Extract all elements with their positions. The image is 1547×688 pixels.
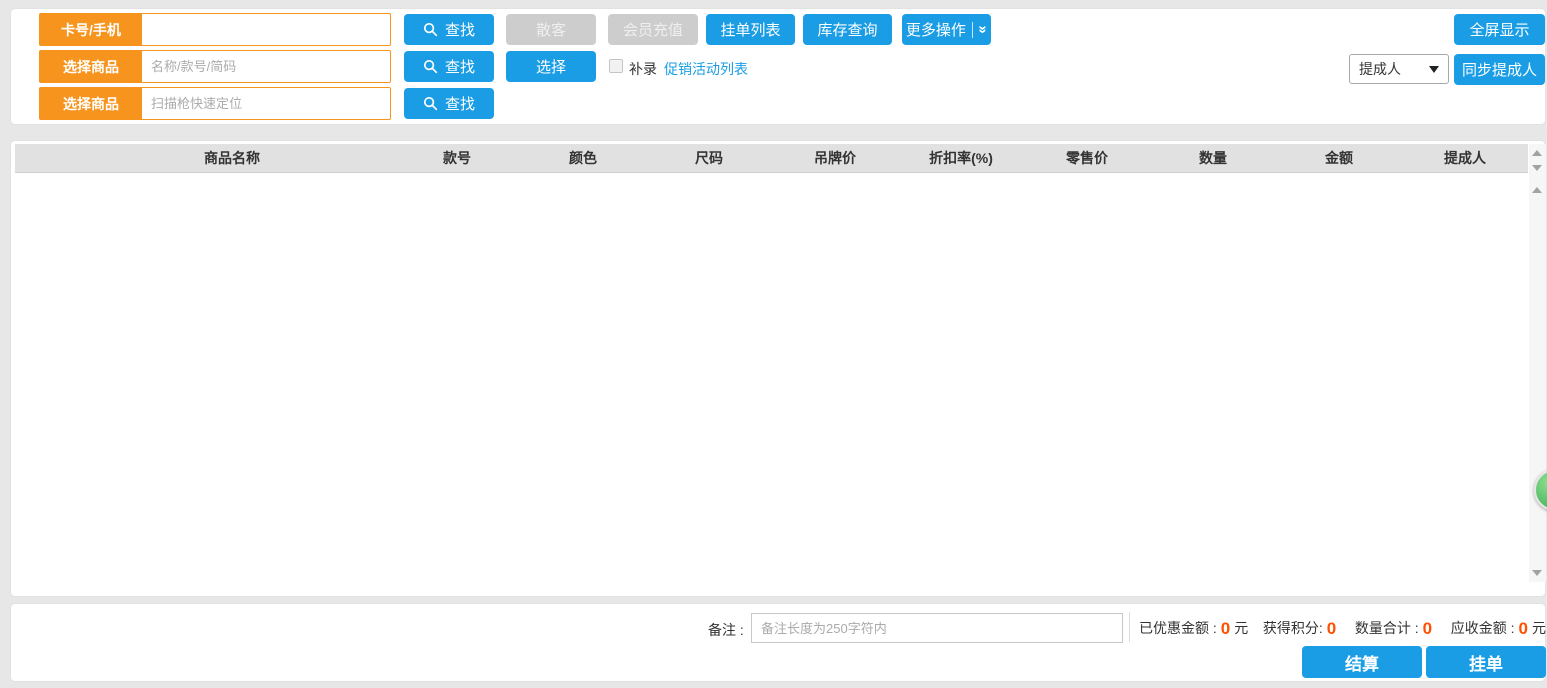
- earned-points-value: 0: [1327, 620, 1336, 637]
- supplement-entry-checkbox[interactable]: [609, 59, 623, 73]
- product-search-input[interactable]: [142, 51, 390, 82]
- search-icon: [423, 96, 438, 111]
- cart-items-panel: 商品名称 款号 颜色 尺码 吊牌价 折扣率(%) 零售价 数量 金额 提成人: [10, 140, 1546, 597]
- search-icon: [423, 59, 438, 74]
- column-header-retail-price: 零售价: [1024, 148, 1150, 168]
- find-barcode-label: 查找: [445, 93, 475, 114]
- fullscreen-button[interactable]: 全屏显示: [1454, 14, 1545, 45]
- find-product-button[interactable]: 查找: [404, 51, 494, 82]
- barcode-scan-input[interactable]: [142, 88, 390, 119]
- earned-points-stat: 获得积分: 0: [1263, 618, 1340, 638]
- cart-table-body-empty: [15, 173, 1528, 593]
- column-header-tag-price: 吊牌价: [772, 148, 898, 168]
- member-recharge-button: 会员充值: [608, 14, 698, 45]
- barcode-scan-label: 选择商品: [40, 88, 142, 119]
- walk-in-customer-label: 散客: [536, 19, 566, 40]
- column-header-amount: 金额: [1276, 148, 1402, 168]
- card-phone-label: 卡号/手机: [40, 14, 142, 45]
- commission-person-select[interactable]: 提成人: [1349, 54, 1449, 84]
- hold-order-list-label: 挂单列表: [720, 19, 780, 40]
- totals-bar: 已优惠金额 : 0 元 获得积分: 0 数量合计 : 0 应收金额 : 0 元: [1139, 615, 1546, 641]
- sync-commission-label: 同步提成人: [1462, 59, 1537, 80]
- checkout-panel: 备注 : 已优惠金额 : 0 元 获得积分: 0 数量合计 : 0 应收金额 :…: [10, 603, 1546, 682]
- column-header-style-no: 款号: [394, 148, 520, 168]
- hold-order-button[interactable]: 挂单: [1426, 646, 1546, 678]
- earned-points-label: 获得积分:: [1263, 618, 1323, 638]
- column-header-product-name: 商品名称: [15, 148, 394, 168]
- receivable-amount-stat: 应收金额 : 0 元: [1451, 618, 1546, 638]
- body-scroll-down-icon[interactable]: [1532, 570, 1542, 576]
- total-quantity-label: 数量合计 :: [1355, 618, 1419, 638]
- settle-button[interactable]: 结算: [1302, 646, 1422, 678]
- remark-label: 备注 :: [708, 620, 744, 640]
- settle-label: 结算: [1345, 650, 1379, 675]
- column-header-commission-person: 提成人: [1402, 148, 1528, 168]
- receivable-amount-value: 0: [1519, 620, 1528, 637]
- search-icon: [423, 22, 438, 37]
- stats-divider: [1129, 612, 1130, 642]
- product-search-label: 选择商品: [40, 51, 142, 82]
- supplement-entry-label: 补录: [629, 59, 657, 79]
- find-member-button[interactable]: 查找: [404, 14, 494, 45]
- card-phone-input[interactable]: [142, 14, 390, 45]
- member-recharge-label: 会员充值: [623, 19, 683, 40]
- column-header-color: 颜色: [520, 148, 646, 168]
- pos-sales-screen: 卡号/手机 查找 散客 会员充值 挂单列表 库存查询 更多操作 » 全屏: [0, 0, 1547, 688]
- body-scroll-up-icon[interactable]: [1532, 187, 1542, 193]
- table-vertical-scrollbar[interactable]: [1529, 144, 1546, 582]
- button-divider: [972, 22, 973, 38]
- hold-order-label: 挂单: [1469, 650, 1503, 675]
- caret-down-icon: [1429, 66, 1439, 73]
- header-scroll-up-icon[interactable]: [1532, 150, 1542, 156]
- stock-query-button[interactable]: 库存查询: [803, 14, 892, 45]
- product-search-field-group: 选择商品: [39, 50, 391, 83]
- receivable-amount-unit: 元: [1532, 618, 1546, 638]
- header-scroll-down-icon[interactable]: [1532, 165, 1542, 171]
- column-header-discount-rate: 折扣率(%): [898, 148, 1024, 168]
- chevron-double-down-icon: »: [976, 25, 991, 33]
- sync-commission-button[interactable]: 同步提成人: [1454, 54, 1545, 85]
- cart-table-header: 商品名称 款号 颜色 尺码 吊牌价 折扣率(%) 零售价 数量 金额 提成人: [15, 144, 1528, 173]
- hold-order-list-button[interactable]: 挂单列表: [706, 14, 795, 45]
- card-phone-field-group: 卡号/手机: [39, 13, 391, 46]
- discounted-amount-stat: 已优惠金额 : 0 元: [1139, 618, 1248, 638]
- column-header-size: 尺码: [646, 148, 772, 168]
- find-product-label: 查找: [445, 56, 475, 77]
- barcode-scan-field-group: 选择商品: [39, 87, 391, 120]
- promo-activity-list-link[interactable]: 促销活动列表: [664, 59, 748, 79]
- discounted-amount-unit: 元: [1234, 618, 1248, 638]
- fullscreen-label: 全屏显示: [1469, 19, 1529, 40]
- total-quantity-value: 0: [1423, 620, 1432, 637]
- walk-in-customer-button: 散客: [506, 14, 596, 45]
- more-actions-button[interactable]: 更多操作 »: [902, 14, 991, 45]
- commission-person-value: 提成人: [1359, 59, 1401, 79]
- select-product-label: 选择: [536, 56, 566, 77]
- select-product-button[interactable]: 选择: [506, 51, 596, 82]
- discounted-amount-value: 0: [1221, 620, 1230, 637]
- remark-input[interactable]: [751, 613, 1123, 643]
- total-quantity-stat: 数量合计 : 0: [1355, 618, 1436, 638]
- more-actions-label: 更多操作: [906, 19, 966, 40]
- discounted-amount-label: 已优惠金额 :: [1139, 618, 1217, 638]
- receivable-amount-label: 应收金额 :: [1451, 618, 1515, 638]
- find-member-label: 查找: [445, 19, 475, 40]
- column-header-quantity: 数量: [1150, 148, 1276, 168]
- stock-query-label: 库存查询: [817, 19, 877, 40]
- search-toolbar-panel: 卡号/手机 查找 散客 会员充值 挂单列表 库存查询 更多操作 » 全屏: [10, 8, 1546, 125]
- find-barcode-button[interactable]: 查找: [404, 88, 494, 119]
